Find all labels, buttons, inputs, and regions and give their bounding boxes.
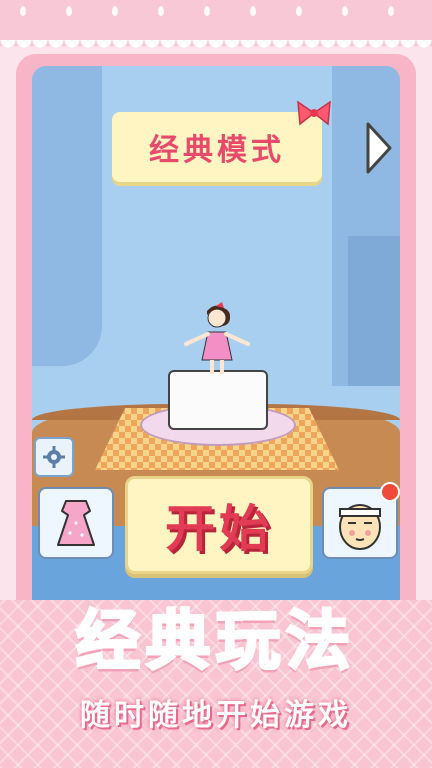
- outfit-button[interactable]: [38, 487, 114, 559]
- drop-decor: [66, 6, 72, 16]
- start-button[interactable]: 开始: [125, 476, 313, 574]
- drop-decor: [342, 6, 348, 16]
- settings-button[interactable]: [34, 437, 74, 477]
- dress-icon: [57, 500, 95, 546]
- notification-dot: [380, 482, 400, 502]
- bow-icon: [297, 100, 331, 126]
- mode-title: 经典模式: [149, 133, 285, 168]
- drop-decor: [158, 6, 164, 16]
- settings-gear-icon: [43, 446, 65, 468]
- start-label: 开始: [165, 500, 273, 558]
- promo-subtitle: 随时随地开始游戏: [80, 698, 352, 733]
- next-arrow-icon[interactable]: [364, 120, 394, 176]
- girl-character[interactable]: [180, 298, 254, 380]
- bookshelf: [348, 236, 400, 386]
- promo-title: 经典玩法: [75, 604, 356, 681]
- drop-decor: [204, 6, 210, 16]
- curtain-left: [32, 66, 102, 366]
- drop-decor: [250, 6, 256, 16]
- drop-decor: [112, 6, 118, 16]
- lace-trim: [0, 40, 432, 54]
- drop-decor: [296, 6, 302, 16]
- mode-banner[interactable]: 经典模式: [112, 112, 322, 182]
- drop-decor: [388, 6, 394, 16]
- drop-decor: [20, 6, 26, 16]
